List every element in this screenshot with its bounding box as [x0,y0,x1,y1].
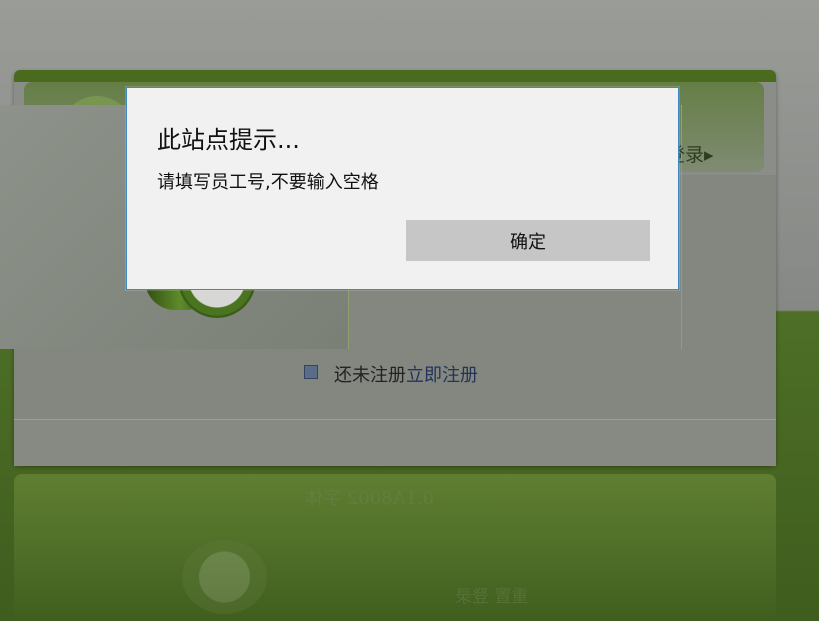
register-prompt: 还未注册立即注册 [334,361,478,387]
panel-top-bar [14,70,776,82]
dialog-title: 此站点提示... [157,126,300,154]
dialog-ok-button[interactable]: 确定 [406,220,650,261]
dialog-message: 请填写员工号,不要输入空格 [157,172,379,193]
reflection-buttons: 重置 登录 [455,587,529,607]
register-prompt-text: 还未注册 [334,365,406,386]
panel-footer [14,419,776,466]
register-icon [304,365,318,379]
alert-dialog: 此站点提示... 请填写员工号,不要输入空格 确定 [126,87,679,290]
reflection-clock-icon [182,540,267,614]
reflection-text: 0.1A8002 字体 [305,488,435,509]
register-link[interactable]: 立即注册 [406,365,478,386]
